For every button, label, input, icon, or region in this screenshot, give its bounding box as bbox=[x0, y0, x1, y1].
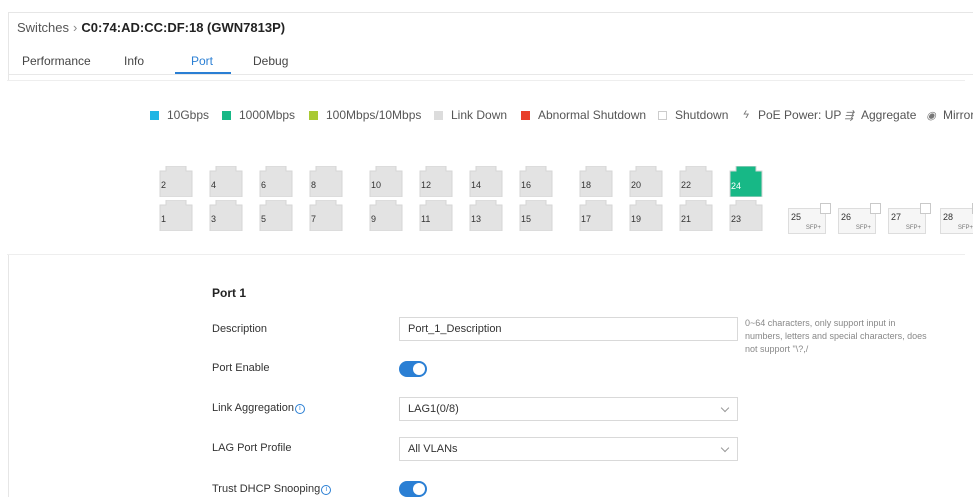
port-number: 5 bbox=[261, 214, 267, 224]
port-number: 22 bbox=[681, 180, 692, 190]
sfp-port-number: 27 bbox=[891, 212, 902, 222]
trust-dhcp-label: Trust DHCP Snooping i bbox=[212, 483, 332, 495]
aggregate-icon: ⇶ bbox=[844, 109, 854, 122]
sfp-port-28[interactable]: 28 SFP+ bbox=[940, 203, 973, 234]
tab-info[interactable]: Info bbox=[124, 54, 144, 68]
port-number: 20 bbox=[631, 180, 642, 190]
sfp-port-label: SFP+ bbox=[855, 225, 871, 231]
legend-link-down: Link Down bbox=[434, 108, 507, 122]
sfp-port-label: SFP+ bbox=[905, 225, 921, 231]
link-aggregation-select[interactable]: LAG1(0/8) bbox=[399, 397, 738, 421]
sfp-port-25[interactable]: 25 SFP+ bbox=[788, 203, 831, 234]
port-number: 2 bbox=[161, 180, 167, 190]
port-number: 14 bbox=[471, 180, 482, 190]
port-number: 10 bbox=[371, 180, 382, 190]
port-number: 15 bbox=[521, 214, 532, 224]
lag-port-profile-value: All VLANs bbox=[408, 443, 458, 455]
port-number: 3 bbox=[211, 214, 217, 224]
info-icon[interactable]: i bbox=[321, 485, 332, 495]
breadcrumb-separator: › bbox=[73, 20, 78, 35]
port-number: 19 bbox=[631, 214, 642, 224]
sfp-port-number: 25 bbox=[791, 212, 802, 222]
link-aggregation-value: LAG1(0/8) bbox=[408, 403, 459, 415]
sfp-port-label: SFP+ bbox=[957, 225, 973, 231]
tab-port[interactable]: Port bbox=[191, 54, 213, 68]
lag-port-profile-select[interactable]: All VLANs bbox=[399, 437, 738, 461]
sfp-port-checkbox[interactable] bbox=[870, 203, 881, 214]
legend-poe-power: ϟ PoE Power: UP bbox=[740, 108, 841, 122]
chevron-down-icon bbox=[720, 443, 730, 453]
description-input[interactable]: Port_1_Description bbox=[399, 317, 738, 341]
description-hint: 0~64 characters, only support input in n… bbox=[745, 318, 927, 354]
port-legend: 10Gbps 1000Mbps 100Mbps/10Mbps Link Down… bbox=[0, 108, 973, 124]
port-number: 1 bbox=[161, 214, 167, 224]
tab-bar: Performance Info Port Debug bbox=[9, 45, 973, 75]
port-form-title: Port 1 bbox=[212, 286, 247, 300]
port-number: 7 bbox=[311, 214, 317, 224]
port-24[interactable]: 24 bbox=[728, 166, 764, 197]
tab-debug[interactable]: Debug bbox=[253, 54, 288, 68]
info-icon[interactable]: i bbox=[294, 404, 305, 414]
legend-abnormal-shutdown: Abnormal Shutdown bbox=[521, 108, 646, 122]
port-number: 9 bbox=[371, 214, 377, 224]
description-label: Description bbox=[212, 323, 268, 335]
port-enable-toggle[interactable] bbox=[399, 361, 427, 377]
port-enable-label: Port Enable bbox=[212, 362, 270, 374]
port-number: 6 bbox=[261, 180, 267, 190]
legend-swatch bbox=[434, 110, 443, 120]
legend-swatch bbox=[150, 110, 159, 120]
port-number: 8 bbox=[311, 180, 317, 190]
legend-shutdown: Shutdown bbox=[658, 108, 728, 122]
sfp-port-checkbox[interactable] bbox=[820, 203, 831, 214]
description-value: Port_1_Description bbox=[408, 323, 502, 335]
port-number: 11 bbox=[421, 214, 431, 224]
sfp-port-number: 26 bbox=[841, 212, 852, 222]
legend-100mbps: 100Mbps/10Mbps bbox=[309, 108, 421, 122]
device-title: C0:74:AD:CC:DF:18 (GWN7813P) bbox=[81, 20, 286, 35]
mirror-icon: ◉ bbox=[926, 109, 936, 122]
port-number: 4 bbox=[211, 180, 217, 190]
legend-swatch bbox=[521, 110, 530, 120]
legend-aggregate: ⇶ Aggregate bbox=[844, 108, 917, 122]
sfp-port-number: 28 bbox=[943, 212, 954, 222]
port-number: 23 bbox=[731, 214, 742, 224]
lag-port-profile-label: LAG Port Profile bbox=[212, 442, 292, 454]
sfp-port-26[interactable]: 26 SFP+ bbox=[838, 203, 881, 234]
sfp-port-checkbox[interactable] bbox=[920, 203, 931, 214]
breadcrumb: Switches › C0:74:AD:CC:DF:18 (GWN7813P) bbox=[17, 20, 285, 35]
active-tab-indicator bbox=[175, 72, 231, 74]
tab-performance[interactable]: Performance bbox=[22, 54, 91, 68]
link-aggregation-label: Link Aggregation i bbox=[212, 402, 305, 414]
bolt-icon: ϟ bbox=[743, 109, 749, 121]
legend-swatch bbox=[222, 110, 231, 120]
trust-dhcp-toggle[interactable] bbox=[399, 481, 427, 497]
port-number: 21 bbox=[681, 214, 692, 224]
breadcrumb-parent-link[interactable]: Switches bbox=[17, 20, 69, 35]
legend-1000mbps: 1000Mbps bbox=[222, 108, 295, 122]
legend-swatch bbox=[658, 110, 667, 120]
legend-10gbps: 10Gbps bbox=[150, 108, 209, 122]
sfp-port-label: SFP+ bbox=[805, 225, 821, 231]
port-number: 13 bbox=[471, 214, 482, 224]
legend-mirror: ◉ Mirror bbox=[926, 108, 973, 122]
chevron-down-icon bbox=[720, 403, 730, 413]
legend-swatch bbox=[309, 110, 318, 120]
port-number: 12 bbox=[421, 180, 432, 190]
port-number: 17 bbox=[581, 214, 592, 224]
port-number: 16 bbox=[521, 180, 532, 190]
port-number: 18 bbox=[581, 180, 592, 190]
port-number: 24 bbox=[731, 181, 742, 191]
sfp-port-27[interactable]: 27 SFP+ bbox=[888, 203, 931, 234]
